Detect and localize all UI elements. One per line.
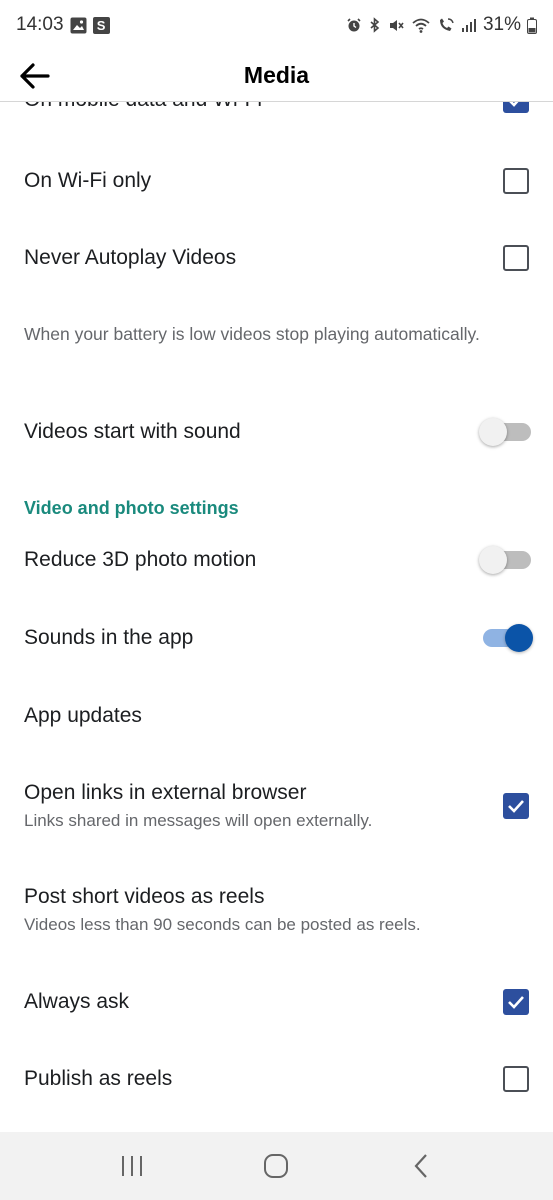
mute-icon xyxy=(388,17,405,34)
setting-open-links-external[interactable]: Open links in external browser Links sha… xyxy=(0,774,553,838)
checkmark-icon xyxy=(509,102,519,107)
option-label: On mobile data and Wi-Fi xyxy=(24,102,262,112)
back-button[interactable] xyxy=(16,58,52,94)
checkmark-icon xyxy=(508,996,524,1009)
alarm-icon xyxy=(346,17,362,33)
setting-label: Open links in external browser xyxy=(24,781,307,804)
recents-icon xyxy=(122,1156,143,1176)
wifi-call-icon xyxy=(437,17,455,34)
system-nav-bar xyxy=(0,1132,553,1200)
option-label: Always ask xyxy=(24,990,130,1013)
setting-label: Sounds in the app xyxy=(24,626,194,649)
section-header-video-photo: Video and photo settings xyxy=(24,498,239,518)
setting-label: App updates xyxy=(24,704,142,727)
setting-label: Post short videos as reels xyxy=(24,885,265,908)
status-left: 14:03 S xyxy=(16,14,110,36)
status-time: 14:03 xyxy=(16,14,64,35)
mobile-and-wifi-checkbox[interactable] xyxy=(503,102,529,113)
image-icon xyxy=(70,17,87,34)
sounds-in-app-toggle[interactable] xyxy=(479,624,533,652)
setting-sounds-in-app[interactable]: Sounds in the app xyxy=(0,614,553,662)
option-never-autoplay[interactable]: Never Autoplay Videos xyxy=(0,234,553,282)
recents-button[interactable] xyxy=(102,1136,162,1196)
app-header: Media xyxy=(0,50,553,102)
bluetooth-icon xyxy=(368,16,382,34)
option-wifi-only[interactable]: On Wi-Fi only xyxy=(0,157,553,205)
open-links-external-checkbox[interactable] xyxy=(503,793,529,819)
back-chevron-icon xyxy=(414,1154,427,1178)
settings-list[interactable]: On mobile data and Wi-Fi On Wi-Fi only N… xyxy=(0,102,553,1132)
setting-description: Links shared in messages will open exter… xyxy=(24,811,373,830)
battery-icon xyxy=(527,17,537,34)
always-ask-checkbox[interactable] xyxy=(503,989,529,1015)
status-right: 31% xyxy=(346,14,537,36)
option-label: On Wi-Fi only xyxy=(24,169,152,192)
status-bar: 14:03 S 31% xyxy=(0,0,553,50)
never-autoplay-checkbox[interactable] xyxy=(503,245,529,271)
wifi-only-checkbox[interactable] xyxy=(503,168,529,194)
setting-reduce-3d-motion[interactable]: Reduce 3D photo motion xyxy=(0,536,553,584)
wifi-icon xyxy=(411,17,431,34)
home-button[interactable] xyxy=(246,1136,306,1196)
s-app-icon: S xyxy=(92,16,110,34)
reduce-3d-toggle[interactable] xyxy=(479,546,531,574)
videos-sound-toggle[interactable] xyxy=(479,418,531,446)
arrow-left-icon xyxy=(20,63,50,89)
setting-description: Videos less than 90 seconds can be poste… xyxy=(24,915,421,934)
setting-videos-start-with-sound[interactable]: Videos start with sound xyxy=(0,408,553,456)
option-label: Never Autoplay Videos xyxy=(24,246,237,269)
setting-app-updates[interactable]: App updates xyxy=(0,692,553,740)
battery-note: When your battery is low videos stop pla… xyxy=(24,324,480,344)
option-publish-as-reels[interactable]: Publish as reels xyxy=(0,1055,553,1103)
signal-icon xyxy=(461,17,477,33)
option-mobile-and-wifi[interactable]: On mobile data and Wi-Fi xyxy=(0,102,553,120)
option-always-ask[interactable]: Always ask xyxy=(0,978,553,1026)
system-back-button[interactable] xyxy=(391,1136,451,1196)
setting-label: Reduce 3D photo motion xyxy=(24,548,257,571)
setting-post-short-videos[interactable]: Post short videos as reels Videos less t… xyxy=(0,878,553,942)
home-icon xyxy=(264,1154,289,1178)
battery-percent: 31% xyxy=(482,14,521,35)
checkmark-icon xyxy=(508,800,524,813)
setting-label: Videos start with sound xyxy=(24,420,241,443)
page-title: Media xyxy=(243,62,310,88)
option-label: Publish as reels xyxy=(24,1067,173,1090)
publish-as-reels-checkbox[interactable] xyxy=(503,1066,529,1092)
